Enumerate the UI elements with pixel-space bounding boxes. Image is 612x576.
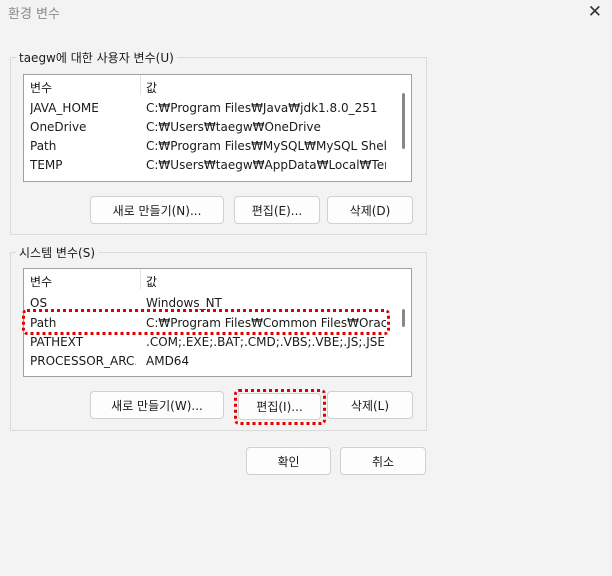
variable-value: C:₩Program Files₩MySQL₩MySQL Shell 8.... — [146, 139, 386, 153]
title-bar: 환경 변수 ✕ — [0, 0, 612, 26]
table-row[interactable]: PATHEXT .COM;.EXE;.BAT;.CMD;.VBS;.VBE;.J… — [24, 333, 395, 352]
variable-name: OneDrive — [30, 120, 87, 134]
column-header-variable[interactable]: 변수 — [30, 79, 52, 96]
vertical-scrollbar[interactable] — [395, 75, 411, 181]
list-header: 변수 값 — [24, 269, 395, 291]
table-row[interactable]: PROCESSOR_ARC... AMD64 — [24, 352, 395, 371]
variable-value: Windows_NT — [146, 296, 222, 310]
variable-name: PROCESSOR_ARC... — [30, 354, 136, 368]
user-delete-button[interactable]: 삭제(D) — [327, 196, 413, 224]
cancel-button[interactable]: 취소 — [340, 447, 426, 475]
user-variables-label: taegw에 대한 사용자 변수(U) — [16, 49, 177, 66]
table-row[interactable]: OS Windows_NT — [24, 294, 395, 313]
user-edit-button[interactable]: 편집(E)... — [234, 196, 320, 224]
system-new-button[interactable]: 새로 만들기(W)... — [90, 391, 224, 419]
variable-name: Path — [30, 316, 57, 330]
scroll-thumb[interactable] — [402, 93, 405, 149]
system-variables-list[interactable]: 변수 값 OS Windows_NT Path C:₩Program Files… — [23, 268, 412, 377]
table-row-selected[interactable]: Path C:₩Program Files₩Common Files₩Oracl… — [24, 314, 395, 333]
variable-name: OS — [30, 296, 48, 310]
table-row[interactable]: JAVA_HOME C:₩Program Files₩Java₩jdk1.8.0… — [24, 99, 395, 118]
table-row[interactable]: Path C:₩Program Files₩MySQL₩MySQL Shell … — [24, 137, 395, 156]
close-icon[interactable]: ✕ — [588, 3, 602, 21]
variable-name: Path — [30, 139, 57, 153]
variable-value: C:₩Program Files₩Common Files₩Oracle₩... — [146, 316, 386, 330]
variable-value: AMD64 — [146, 354, 190, 368]
column-header-value[interactable]: 값 — [146, 79, 157, 96]
column-header-variable[interactable]: 변수 — [30, 273, 52, 290]
system-variables-label: 시스템 변수(S) — [16, 244, 98, 261]
scroll-thumb[interactable] — [402, 309, 405, 327]
variable-value: .COM;.EXE;.BAT;.CMD;.VBS;.VBE;.JS;.JSE;.… — [146, 335, 386, 349]
vertical-scrollbar[interactable] — [395, 269, 411, 376]
table-row[interactable]: TEMP C:₩Users₩taegw₩AppData₩Local₩Temp — [24, 156, 395, 175]
ok-button[interactable]: 확인 — [246, 447, 331, 475]
variable-value: C:₩Users₩taegw₩AppData₩Local₩Temp — [146, 158, 386, 172]
column-header-value[interactable]: 값 — [146, 273, 157, 290]
user-new-button[interactable]: 새로 만들기(N)... — [90, 196, 224, 224]
variable-name: JAVA_HOME — [30, 101, 99, 115]
variable-name: PATHEXT — [30, 335, 84, 349]
list-header: 변수 값 — [24, 75, 395, 97]
system-edit-button[interactable]: 편집(I)... — [238, 393, 321, 420]
variable-value: C:₩Program Files₩Java₩jdk1.8.0_251 — [146, 101, 378, 115]
table-row[interactable]: OneDrive C:₩Users₩taegw₩OneDrive — [24, 118, 395, 137]
window-title: 환경 변수 — [8, 7, 60, 22]
system-delete-button[interactable]: 삭제(L) — [327, 391, 413, 419]
column-divider — [140, 269, 141, 289]
column-divider — [140, 75, 141, 95]
variable-value: C:₩Users₩taegw₩OneDrive — [146, 120, 321, 134]
user-variables-list[interactable]: 변수 값 JAVA_HOME C:₩Program Files₩Java₩jdk… — [23, 74, 412, 182]
variable-name: TEMP — [30, 158, 63, 172]
